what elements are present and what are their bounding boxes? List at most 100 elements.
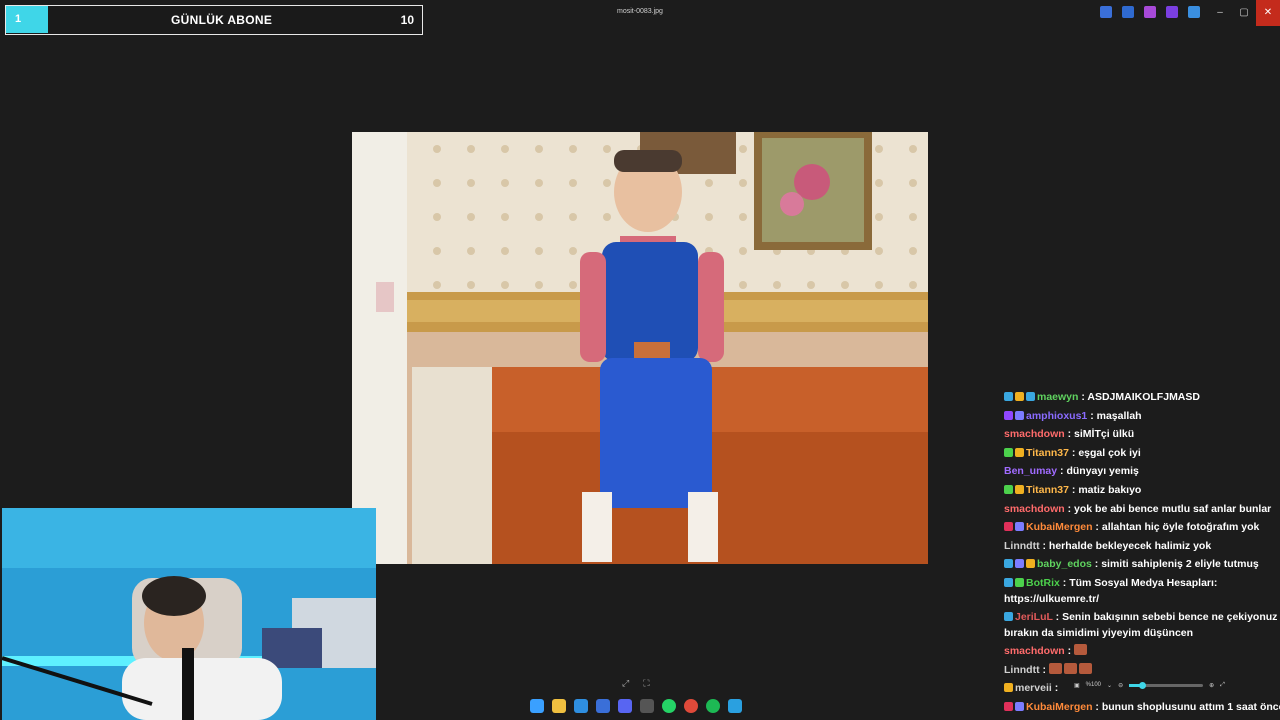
chat-message: Titann37 : eşgal çok iyi: [1004, 444, 1280, 463]
chat-username[interactable]: merveii: [1015, 682, 1052, 694]
steam-icon[interactable]: [596, 699, 610, 713]
chat-badge-icon: [1015, 701, 1024, 711]
tray-app-icon[interactable]: [1100, 6, 1112, 18]
chat-username[interactable]: KubaiMergen: [1026, 701, 1093, 713]
window-controls: – ▢ ✕: [1208, 0, 1280, 26]
chat-badge-icon: [1004, 611, 1013, 621]
obs-icon[interactable]: [640, 699, 654, 713]
spotify-icon[interactable]: [706, 699, 720, 713]
chat-separator: :: [1092, 700, 1102, 713]
chat-username[interactable]: Linndtt: [1004, 540, 1040, 552]
chat-username[interactable]: smachdown: [1004, 645, 1065, 657]
chat-separator: :: [1059, 576, 1070, 589]
chat-message: Linndtt : herhalde bekleyecek halimiz yo…: [1004, 537, 1280, 556]
file-explorer-icon[interactable]: [552, 699, 566, 713]
expand-icon[interactable]: ⤢: [1220, 682, 1225, 689]
chat-username[interactable]: Linndtt: [1004, 664, 1040, 676]
chevron-down-icon[interactable]: ⌄: [1107, 682, 1112, 689]
chat-emote-icon: [1078, 662, 1092, 674]
fit-to-window-icon[interactable]: ⤢: [622, 678, 629, 689]
daily-sub-goal-widget: 1 GÜNLÜK ABONE 10: [5, 5, 423, 35]
chat-username[interactable]: smachdown: [1004, 503, 1065, 515]
minimize-button[interactable]: –: [1208, 0, 1232, 26]
chrome-icon[interactable]: [684, 699, 698, 713]
chat-username[interactable]: BotRix: [1026, 577, 1060, 589]
discord-icon[interactable]: [618, 699, 632, 713]
sub-progress-fill: [6, 6, 48, 33]
tray-app-icon[interactable]: [1188, 6, 1200, 18]
chat-text: maşallah: [1096, 409, 1142, 422]
chat-separator: :: [1052, 610, 1063, 623]
tray-app-icon[interactable]: [1166, 6, 1178, 18]
chat-message: baby_edos : simiti sahipleniş 2 eliyle t…: [1004, 555, 1280, 574]
chat-message: Ben_umay : dünyayı yemiş: [1004, 462, 1280, 481]
edge-icon[interactable]: [574, 699, 588, 713]
chat-message: smachdown : yok be abi bence mutlu saf a…: [1004, 500, 1280, 519]
chat-username[interactable]: maewyn: [1037, 391, 1078, 403]
start-icon[interactable]: [530, 699, 544, 713]
chat-separator: :: [1051, 682, 1059, 695]
tray-app-icon[interactable]: [1122, 6, 1134, 18]
chat-username[interactable]: amphioxus1: [1026, 410, 1087, 422]
maximize-button[interactable]: ▢: [1232, 0, 1256, 26]
child-in-costume-image: [352, 132, 928, 564]
chat-text: bunun shoplusunu attım 1 saat önce: [1101, 700, 1280, 713]
chat-emote-icon: [1063, 662, 1077, 674]
chat-badge-icon: [1004, 701, 1013, 711]
chat-badge-icon: [1015, 392, 1024, 401]
close-button[interactable]: ✕: [1256, 0, 1280, 26]
chat-text: simiti sahipleniş 2 eliyle tutmuş: [1101, 558, 1259, 571]
chat-badge-icon: [1004, 522, 1013, 532]
zoom-out-icon[interactable]: ⊖: [1118, 682, 1123, 689]
system-tray: [1100, 6, 1200, 18]
chat-text: siMİTçi ülkü: [1074, 428, 1135, 441]
chat-username[interactable]: baby_edos: [1037, 558, 1092, 570]
chat-separator: :: [1091, 558, 1102, 571]
chat-username[interactable]: JeriLuL: [1015, 611, 1053, 623]
tray-app-icon[interactable]: [1144, 6, 1156, 18]
zoom-slider-handle[interactable]: [1139, 681, 1147, 689]
zoom-level[interactable]: %100: [1086, 682, 1101, 688]
chat-separator: :: [1068, 446, 1079, 459]
chat-emote-icon: [1074, 643, 1088, 655]
fullscreen-icon[interactable]: ⛶: [643, 678, 649, 689]
chat-separator: :: [1092, 521, 1102, 534]
chat-separator: :: [1087, 409, 1097, 422]
chat-separator: :: [1039, 539, 1049, 552]
zoom-in-icon[interactable]: ⊕: [1209, 682, 1214, 689]
chat-emote-icon: [1048, 662, 1062, 674]
chat-message: JeriLuL : Senin bakışının sebebi bence n…: [1004, 608, 1280, 642]
displayed-photo[interactable]: [352, 132, 928, 564]
zoom-slider[interactable]: [1129, 681, 1204, 689]
chat-message: smachdown : siMİTçi ülkü: [1004, 425, 1280, 444]
chat-badge-icon: [1004, 577, 1013, 587]
chat-username[interactable]: smachdown: [1004, 428, 1065, 440]
chat-message: amphioxus1 : maşallah: [1004, 407, 1280, 426]
chat-message: Titann37 : matiz bakıyo: [1004, 481, 1280, 500]
sub-current-count: 1: [15, 13, 22, 25]
chat-username[interactable]: Ben_umay: [1004, 465, 1057, 477]
chat-message: KubaiMergen : bunun shoplusunu attım 1 s…: [1004, 698, 1280, 717]
chat-text: allahtan hiç öyle fotoğrafım yok: [1101, 521, 1260, 534]
crop-icon[interactable]: ▣: [1074, 682, 1080, 689]
chat-separator: :: [1039, 663, 1049, 676]
photos-icon[interactable]: [728, 699, 742, 713]
chat-badge-icon: [1015, 410, 1024, 420]
chat-username[interactable]: KubaiMergen: [1026, 521, 1093, 533]
chat-message: KubaiMergen : allahtan hiç öyle fotoğraf…: [1004, 518, 1280, 537]
chat-message: smachdown :: [1004, 642, 1280, 661]
chat-text: yok be abi bence mutlu saf anlar bunlar: [1074, 502, 1272, 515]
chat-username[interactable]: Titann37: [1026, 447, 1069, 459]
chat-separator: :: [1064, 644, 1075, 657]
chat-separator: :: [1064, 428, 1075, 441]
whatsapp-icon[interactable]: [662, 699, 676, 713]
chat-username[interactable]: Titann37: [1026, 484, 1069, 496]
chat-separator: :: [1068, 483, 1079, 496]
chat-text: dünyayı yemiş: [1066, 465, 1139, 478]
chat-text: eşgal çok iyi: [1078, 446, 1141, 459]
chat-badge-icon: [1026, 559, 1035, 569]
chat-badge-icon: [1015, 447, 1024, 457]
chat-message: BotRix : Tüm Sosyal Medya Hesapları: htt…: [1004, 574, 1280, 608]
chat-message: maewyn : ASDJMAIKOLFJMASD: [1004, 388, 1280, 407]
chat-badge-icon: [1004, 392, 1013, 401]
